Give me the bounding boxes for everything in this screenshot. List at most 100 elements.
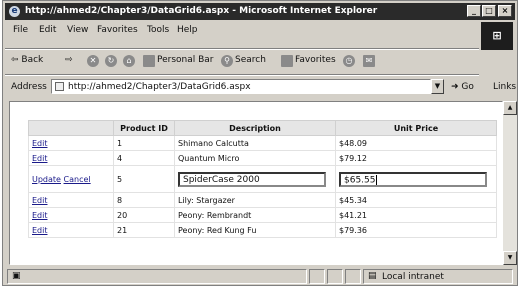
unit-price-cell: $79.12 (335, 150, 497, 166)
forward-button[interactable]: ⇨ (65, 55, 73, 65)
window-title: http://ahmed2/Chapter3/DataGrid6.aspx - … (25, 6, 378, 16)
edit-link[interactable]: Edit (32, 154, 48, 163)
standard-toolbar: ⇦ Back ⇨ ✕ ↻ ⌂ Personal Bar ⚲ Search Fav… (5, 51, 515, 71)
description-textbox[interactable]: SpiderCase 2000 (178, 171, 326, 187)
table-row: Edit 4 Quantum Micro $79.12 (28, 150, 497, 166)
scroll-down-icon[interactable]: ▼ (503, 251, 517, 265)
windows-logo-icon: ⊞ (481, 22, 513, 50)
description-value: SpiderCase 2000 (183, 174, 260, 185)
unit-price-cell: $45.34 (335, 192, 497, 208)
action-cell: Edit (28, 192, 114, 208)
mail-icon[interactable]: ✉ (363, 55, 375, 67)
header-row: Product ID Description Unit Price (28, 120, 497, 136)
description-cell: Lily: Stargazer (174, 192, 336, 208)
unit-price-value: $65.55 (344, 175, 376, 185)
edit-link[interactable]: Edit (32, 139, 48, 148)
menu-view[interactable]: View (67, 25, 88, 35)
address-input[interactable]: http://ahmed2/Chapter3/DataGrid6.aspx (51, 79, 431, 94)
menu-bar: File Edit View Favorites Tools Help (5, 22, 477, 38)
description-cell: Peony: Red Kung Fu (174, 222, 336, 238)
toolbar-divider (5, 48, 479, 50)
edit-link[interactable]: Edit (32, 226, 48, 235)
menu-edit[interactable]: Edit (39, 25, 56, 35)
close-button[interactable]: × (498, 5, 512, 17)
favorites-button[interactable]: Favorites (295, 55, 336, 65)
ie-logo-icon: e (9, 6, 20, 17)
page-icon (55, 82, 64, 91)
go-arrow-icon: ➜ (451, 82, 459, 92)
action-cell: Update Cancel (28, 165, 114, 193)
unit-price-cell: $79.36 (335, 222, 497, 238)
table-row: Edit 1 Shimano Calcutta $48.09 (28, 135, 497, 151)
table-row: Edit 21 Peony: Red Kung Fu $79.36 (28, 222, 497, 238)
column-header-unit-price: Unit Price (335, 120, 497, 136)
address-url: http://ahmed2/Chapter3/DataGrid6.aspx (68, 82, 251, 92)
go-button[interactable]: ➜ Go (451, 82, 474, 92)
address-label: Address (11, 82, 47, 92)
page-done-icon: ▣ (12, 271, 21, 281)
menu-favorites[interactable]: Favorites (97, 25, 138, 35)
personal-bar-button[interactable]: Personal Bar (157, 55, 214, 65)
update-link[interactable]: Update (32, 175, 61, 184)
title-bar: e http://ahmed2/Chapter3/DataGrid6.aspx … (5, 3, 515, 20)
status-panel (309, 269, 325, 284)
links-button[interactable]: Links (493, 82, 516, 92)
page-content: Product ID Description Unit Price Edit 1… (9, 101, 503, 265)
browser-window: e http://ahmed2/Chapter3/DataGrid6.aspx … (2, 0, 518, 286)
product-id-cell: 4 (113, 150, 175, 166)
description-cell: Shimano Calcutta (174, 135, 336, 151)
product-id-cell: 8 (113, 192, 175, 208)
unit-price-cell: $48.09 (335, 135, 497, 151)
back-button[interactable]: ⇦ Back (11, 55, 43, 65)
product-id-cell: 21 (113, 222, 175, 238)
maximize-button[interactable]: □ (482, 5, 496, 17)
product-id-cell: 5 (113, 165, 175, 193)
status-message-panel: ▣ (7, 269, 307, 284)
menu-file[interactable]: File (13, 25, 28, 35)
personal-bar-icon (143, 55, 155, 67)
address-dropdown-icon[interactable]: ▼ (431, 79, 444, 94)
action-cell: Edit (28, 222, 114, 238)
editing-row: Update Cancel 5 SpiderCase 2000 $65.55 (28, 165, 497, 193)
history-icon[interactable]: ◷ (343, 55, 355, 67)
favorites-icon (281, 55, 293, 67)
intranet-icon: ▤ (368, 271, 377, 281)
status-bar: ▣ ▤ Local intranet (5, 268, 515, 285)
menu-tools[interactable]: Tools (147, 25, 169, 35)
unit-price-cell: $41.21 (335, 207, 497, 223)
home-icon[interactable]: ⌂ (123, 55, 135, 67)
cancel-link[interactable]: Cancel (64, 175, 91, 184)
zone-label: Local intranet (382, 272, 444, 282)
column-header-product-id: Product ID (113, 120, 175, 136)
menu-help[interactable]: Help (177, 25, 198, 35)
stop-icon[interactable]: ✕ (87, 55, 99, 67)
zone-panel: ▤ Local intranet (363, 269, 513, 284)
description-edit-cell: SpiderCase 2000 (174, 165, 336, 193)
table-row: Edit 8 Lily: Stargazer $45.34 (28, 192, 497, 208)
minimize-button[interactable]: _ (467, 5, 481, 17)
product-datagrid: Product ID Description Unit Price Edit 1… (28, 120, 497, 238)
edit-link[interactable]: Edit (32, 211, 48, 220)
column-header-actions (28, 120, 114, 136)
action-cell: Edit (28, 135, 114, 151)
column-header-description: Description (174, 120, 336, 136)
text-cursor (375, 174, 377, 185)
unit-price-textbox[interactable]: $65.55 (339, 171, 487, 187)
edit-link[interactable]: Edit (32, 196, 48, 205)
search-icon: ⚲ (221, 55, 233, 67)
vertical-scrollbar[interactable]: ▲ ▼ (503, 101, 517, 265)
refresh-icon[interactable]: ↻ (105, 55, 117, 67)
scroll-up-icon[interactable]: ▲ (503, 101, 517, 115)
address-divider (5, 74, 479, 76)
description-cell: Peony: Rembrandt (174, 207, 336, 223)
address-bar: Address http://ahmed2/Chapter3/DataGrid6… (5, 77, 516, 97)
product-id-cell: 1 (113, 135, 175, 151)
go-label: Go (461, 82, 474, 92)
action-cell: Edit (28, 150, 114, 166)
status-panel (327, 269, 343, 284)
action-cell: Edit (28, 207, 114, 223)
search-button[interactable]: Search (235, 55, 266, 65)
unit-price-edit-cell: $65.55 (335, 165, 497, 193)
description-cell: Quantum Micro (174, 150, 336, 166)
product-id-cell: 20 (113, 207, 175, 223)
